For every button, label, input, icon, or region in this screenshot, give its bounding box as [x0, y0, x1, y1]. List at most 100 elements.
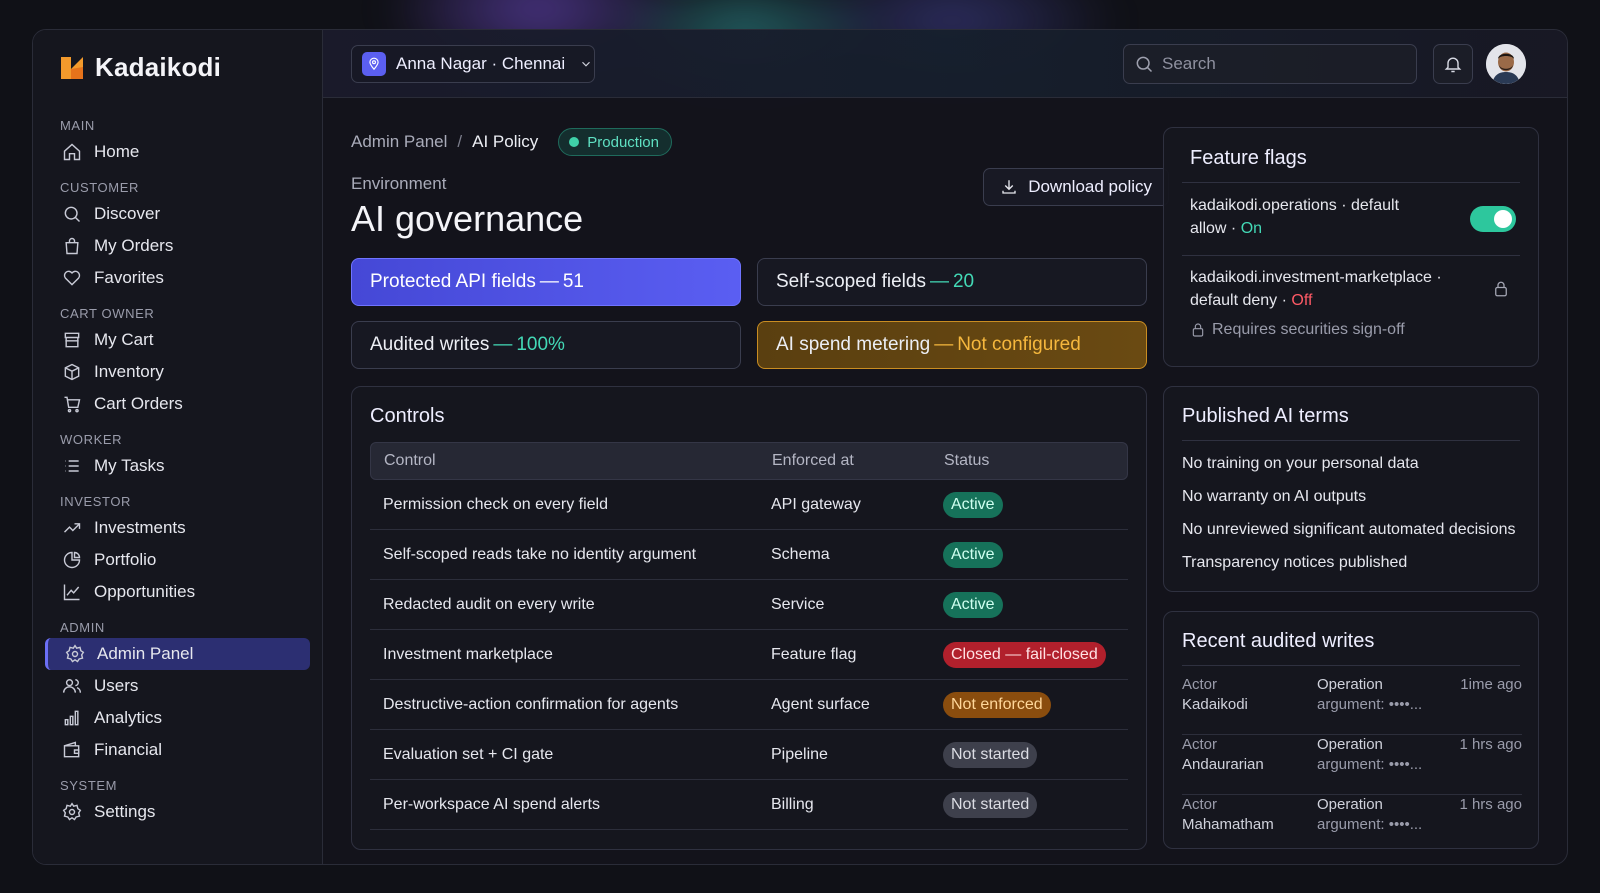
sidebar: Kadaikodi MAIN Home CUSTOMER Discover My…: [33, 30, 323, 864]
section-label-customer: CUSTOMER: [60, 180, 139, 195]
flag-line: kadaikodi.operations · default: [1190, 197, 1400, 214]
terms-title: Published AI terms: [1182, 405, 1349, 427]
control-name: Per-workspace AI spend alerts: [383, 796, 600, 813]
status-badge: Not started: [943, 792, 1038, 818]
enforced-at: Pipeline: [771, 746, 828, 763]
audit-row[interactable]: Actor Andaurarian Operation argument: ••••…: [1182, 735, 1522, 795]
audit-actor: Actor Mahamatham: [1182, 795, 1274, 835]
divider: [1182, 255, 1520, 256]
column-header-control[interactable]: Control: [384, 443, 436, 479]
operation-label: Operation: [1317, 796, 1383, 813]
sidebar-item-admin-panel[interactable]: Admin Panel: [45, 638, 310, 670]
stat-dash: —: [929, 271, 949, 292]
controls-title: Controls: [370, 405, 445, 427]
trend-icon: [63, 523, 81, 533]
term-item: Transparency notices published: [1182, 554, 1408, 571]
control-name: Evaluation set + CI gate: [383, 746, 554, 763]
sidebar-item-inventory[interactable]: Inventory: [33, 356, 322, 388]
published-ai-terms-card: Published AI terms No training on your p…: [1163, 386, 1539, 592]
search-box: [1123, 44, 1417, 84]
sidebar-item-label: Inventory: [94, 362, 164, 381]
sidebar-item-home[interactable]: Home: [33, 136, 322, 168]
control-name: Destructive-action confirmation for agen…: [383, 696, 679, 713]
sidebar-item-discover[interactable]: Discover: [33, 198, 322, 230]
cart-icon: [64, 396, 81, 413]
box-icon: [64, 363, 80, 381]
heart-icon: [63, 270, 81, 286]
section-label-main: MAIN: [60, 118, 95, 133]
section-label-worker: WORKER: [60, 432, 123, 447]
notifications-button[interactable]: [1433, 44, 1473, 84]
sidebar-item-label: Opportunities: [94, 582, 196, 601]
environment-label: Environment: [351, 174, 447, 193]
term-item: No warranty on AI outputs: [1182, 488, 1367, 505]
sidebar-item-my-orders[interactable]: My Orders: [33, 230, 322, 262]
status-badge: Not enforced: [943, 692, 1051, 718]
brand-name: Kadaikodi: [95, 52, 222, 82]
audit-row[interactable]: Actor Kadaikodi Operation argument: ••••..…: [1182, 675, 1522, 735]
actor-name: Andaurarian: [1182, 756, 1264, 773]
location-pin-icon: [362, 52, 386, 76]
actor-name: Mahamatham: [1182, 816, 1274, 833]
flag-operations-toggle[interactable]: [1470, 206, 1516, 232]
enforced-at: API gateway: [771, 496, 861, 513]
search-input[interactable]: [1162, 54, 1402, 74]
stat-ai-spend-metering[interactable]: AI spend metering — Not configured: [757, 321, 1147, 369]
bar-chart-icon: [64, 710, 79, 726]
sidebar-item-users[interactable]: Users: [33, 670, 322, 702]
table-row[interactable]: Evaluation set + CI gate Pipeline Not st…: [370, 730, 1128, 780]
stat-self-scoped-fields[interactable]: Self-scoped fields — 20: [757, 258, 1147, 306]
lock-icon: [1492, 280, 1510, 303]
stat-label: Protected API fields: [370, 271, 536, 292]
status-dot-icon: [569, 137, 580, 147]
divider: [1182, 440, 1520, 441]
download-policy-button[interactable]: Download policy: [983, 168, 1169, 206]
location-selector[interactable]: Anna Nagar · Chennai: [351, 45, 595, 83]
status-badge: Active: [943, 492, 1003, 518]
sidebar-item-portfolio[interactable]: Portfolio: [33, 544, 322, 576]
sidebar-item-settings[interactable]: Settings: [33, 796, 322, 828]
sidebar-item-favorites[interactable]: Favorites: [33, 262, 322, 294]
sidebar-item-label: Analytics: [94, 708, 163, 727]
feature-flags-card: Feature flags kadaikodi.operations · def…: [1163, 127, 1539, 367]
stat-protected-api-fields[interactable]: Protected API fields — 51: [351, 258, 741, 306]
sidebar-item-financial[interactable]: Financial: [33, 734, 322, 766]
audit-time: 1 hrs ago: [1459, 796, 1522, 813]
control-name: Self-scoped reads take no identity argum…: [383, 546, 697, 563]
table-row[interactable]: Self-scoped reads take no identity argum…: [370, 530, 1128, 580]
sidebar-item-analytics[interactable]: Analytics: [33, 702, 322, 734]
sidebar-item-my-tasks[interactable]: My Tasks: [33, 450, 322, 482]
audit-row[interactable]: Actor Mahamatham Operation argument: ••••.…: [1182, 795, 1522, 855]
enforced-at: Schema: [771, 546, 830, 563]
table-row[interactable]: Destructive-action confirmation for agen…: [370, 680, 1128, 730]
sidebar-item-opportunities[interactable]: Opportunities: [33, 576, 322, 608]
brand[interactable]: Kadaikodi: [59, 52, 221, 83]
sidebar-item-label: Admin Panel: [97, 644, 194, 663]
sidebar-item-my-cart[interactable]: My Cart: [33, 324, 322, 356]
store-icon: [64, 332, 80, 348]
sidebar-item-investments[interactable]: Investments: [33, 512, 322, 544]
sidebar-item-cart-orders[interactable]: Cart Orders: [33, 388, 322, 420]
status-badge: Not started: [943, 742, 1038, 768]
column-header-status[interactable]: Status: [944, 443, 989, 479]
column-header-enforced-at[interactable]: Enforced at: [772, 443, 854, 479]
table-row[interactable]: Investment marketplace Feature flag Clos…: [370, 630, 1128, 680]
breadcrumb: Admin Panel / AI Policy Production: [351, 128, 672, 156]
breadcrumb-separator: /: [457, 132, 463, 151]
app-window: Kadaikodi MAIN Home CUSTOMER Discover My…: [32, 29, 1568, 865]
enforced-at: Service: [771, 596, 825, 613]
stat-label: AI spend metering: [776, 334, 931, 355]
stat-dash: —: [539, 271, 559, 292]
control-name: Investment marketplace: [383, 646, 553, 663]
sidebar-nav: MAIN Home CUSTOMER Discover My Orders Fa…: [33, 106, 322, 828]
breadcrumb-admin-panel[interactable]: Admin Panel: [351, 132, 447, 152]
table-row[interactable]: Redacted audit on every write Service Ac…: [370, 580, 1128, 630]
status-badge: Closed — fail-closed: [943, 642, 1106, 668]
signoff-text: Requires securities sign-off: [1212, 321, 1405, 338]
sidebar-item-label: Financial: [94, 740, 163, 759]
stat-audited-writes[interactable]: Audited writes — 100%: [351, 321, 741, 369]
flag-line: kadaikodi.investment-marketplace ·: [1190, 269, 1442, 286]
user-avatar[interactable]: [1486, 44, 1526, 84]
table-row[interactable]: Per-workspace AI spend alerts Billing No…: [370, 780, 1128, 830]
table-row[interactable]: Permission check on every field API gate…: [370, 480, 1128, 530]
